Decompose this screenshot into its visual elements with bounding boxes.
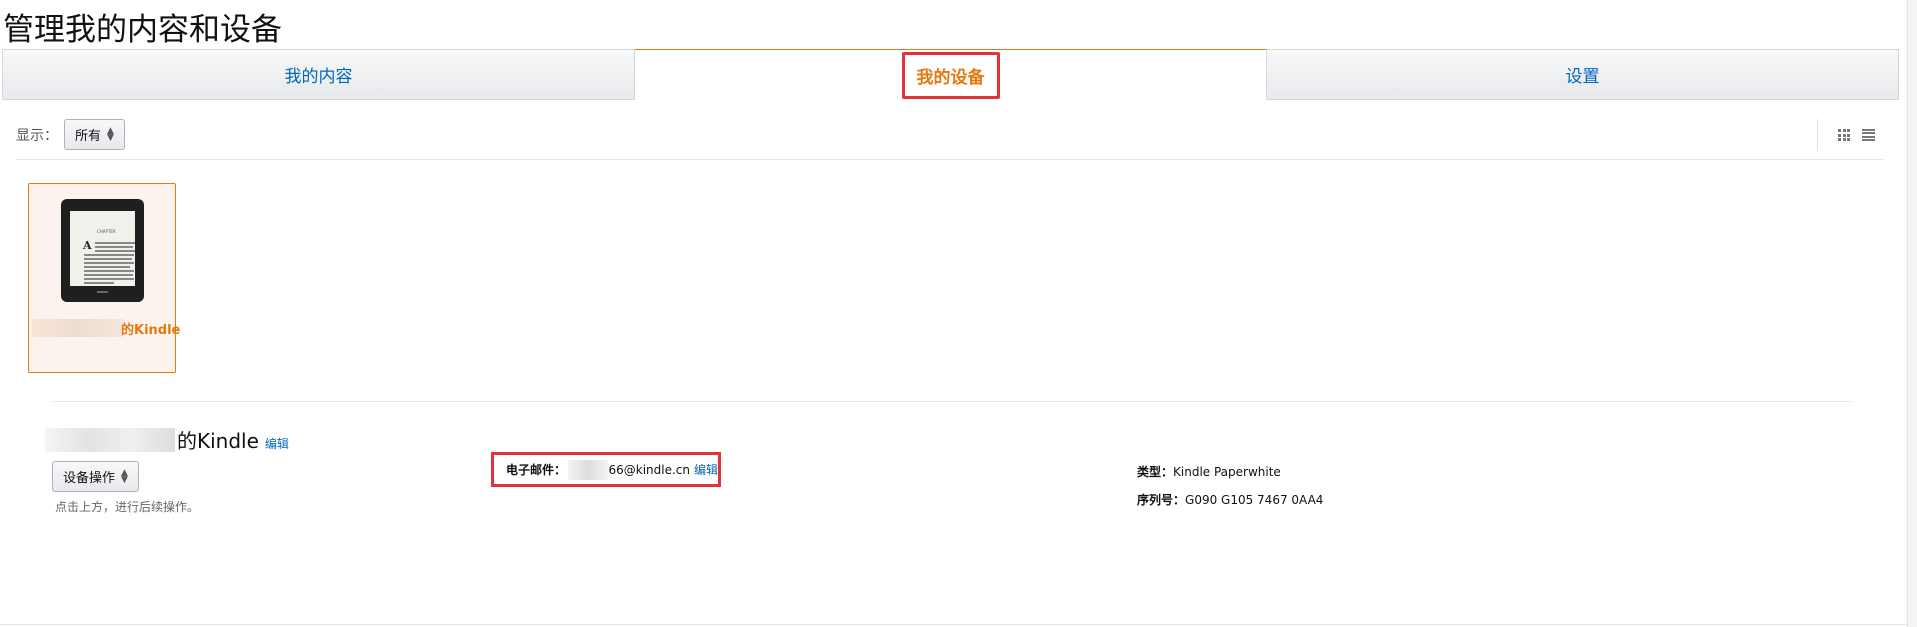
type-label: 类型： [1137,465,1174,479]
grid-view-icon[interactable] [1838,129,1850,141]
device-card-name: 的Kindle [121,323,181,338]
edit-name-link[interactable]: 编辑 [265,435,289,452]
tab-bar: 我的内容 我的设备 设置 [2,49,1899,100]
divider [52,401,1852,402]
tab-my-content[interactable]: 我的内容 [2,49,635,100]
email-row: 电子邮件： 66@kindle.cn 编辑 [491,452,721,487]
serial-value: G090 G105 7467 0AA4 [1185,493,1324,507]
kindle-device-image: CHAPTER A [61,199,144,302]
device-actions-button[interactable]: 设备操作 ▲ ▼ [52,461,139,492]
tab-label: 设置 [1565,67,1600,87]
redacted-name [45,427,175,452]
divider [0,624,1917,625]
device-detail-name: 的Kindle [177,429,259,453]
list-view-icon[interactable] [1862,129,1875,141]
tab-label: 我的内容 [284,67,353,87]
serial-label: 序列号： [1137,493,1186,507]
filter-row: 显示： 所有 ▲ ▼ [16,119,125,150]
redacted-name [32,319,124,337]
scrollbar[interactable] [1907,0,1917,627]
sort-arrows-icon: ▲ ▼ [107,125,114,143]
tab-my-devices[interactable]: 我的设备 [635,49,1267,100]
redacted-email [568,459,609,480]
email-label: 电子邮件： [506,463,567,477]
type-row: 类型：Kindle Paperwhite [1137,463,1281,480]
edit-email-link[interactable]: 编辑 [694,461,718,478]
sort-arrows-icon: ▲ ▼ [121,467,128,485]
page-title: 管理我的内容和设备 [3,12,282,48]
device-detail-title: 的Kindle 编辑 [45,425,289,454]
actions-hint: 点击上方，进行后续操作。 [55,500,200,514]
divider [16,159,1884,160]
serial-row: 序列号：G090 G105 7467 0AA4 [1137,491,1323,508]
tab-settings[interactable]: 设置 [1267,49,1899,100]
device-actions-label: 设备操作 [63,471,116,486]
device-card[interactable]: CHAPTER A 的Kindle [28,183,180,373]
filter-value: 所有 [75,129,102,144]
filter-select[interactable]: 所有 ▲ ▼ [64,119,125,150]
tab-label: 我的设备 [901,51,1000,99]
view-toggle [1817,119,1875,151]
type-value: Kindle Paperwhite [1173,465,1281,479]
filter-label: 显示： [16,127,58,144]
email-value: 66@kindle.cn [608,462,690,477]
